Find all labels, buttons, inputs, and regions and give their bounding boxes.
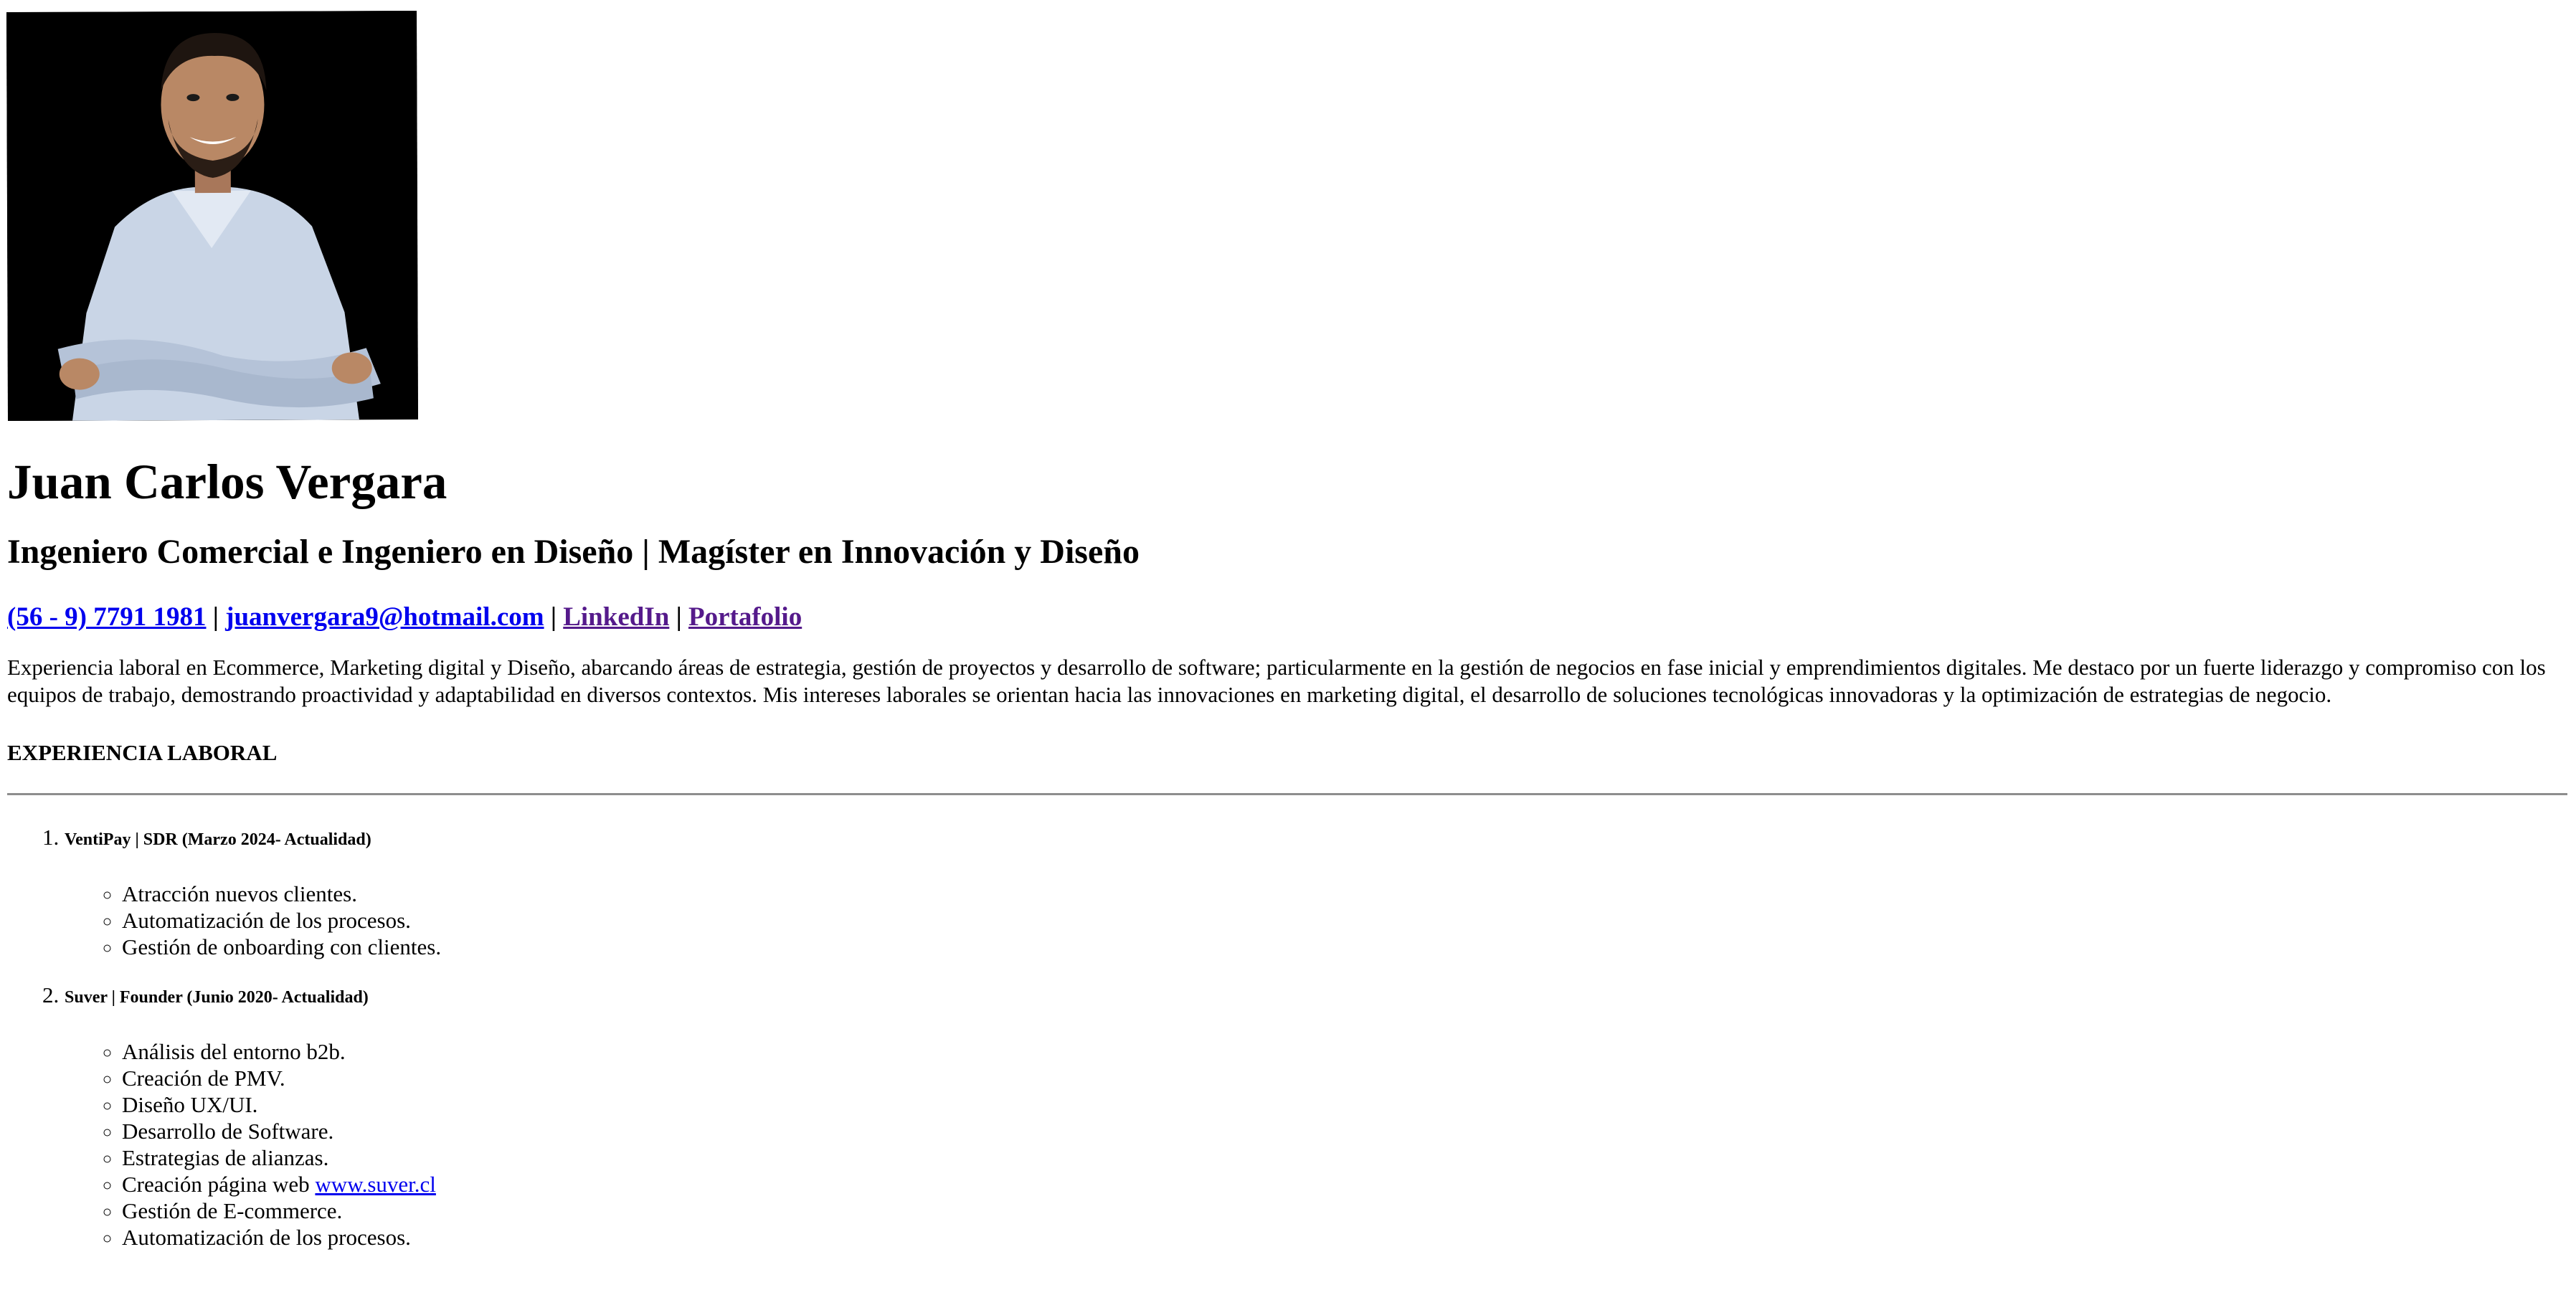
cv-content: Juan Carlos Vergara Ingeniero Comercial … <box>7 452 2567 1272</box>
professional-headline: Ingeniero Comercial e Ingeniero en Diseñ… <box>7 533 1140 571</box>
contact-separator: | <box>669 602 688 632</box>
website-link[interactable]: www.suver.cl <box>315 1172 435 1197</box>
job-title: VentiPay | SDR (Marzo 2024- Actualidad) <box>65 830 371 849</box>
task-item: Gestión de onboarding con clientes. <box>122 934 2567 960</box>
task-list: Análisis del entorno b2b. Creación de PM… <box>65 1038 2567 1251</box>
person-name: Juan Carlos Vergara <box>7 455 448 509</box>
task-text: Creación página web <box>122 1172 316 1197</box>
task-item: Automatización de los procesos. <box>122 907 2567 934</box>
task-item: Gestión de E-commerce. <box>122 1197 2567 1224</box>
contact-line: (56 - 9) 7791 1981 | juanvergara9@hotmai… <box>7 601 2567 634</box>
job-item: VentiPay | SDR (Marzo 2024- Actualidad) … <box>65 824 2567 960</box>
experience-section-title: EXPERIENCIA LABORAL <box>7 740 278 765</box>
task-item: Automatización de los procesos. <box>122 1224 2567 1251</box>
section-divider <box>7 793 2567 795</box>
person-icon <box>6 11 418 421</box>
job-title: Suver | Founder (Junio 2020- Actualidad) <box>65 988 369 1007</box>
contact-separator: | <box>206 602 226 632</box>
job-item: Suver | Founder (Junio 2020- Actualidad)… <box>65 982 2567 1251</box>
profile-photo <box>6 11 418 421</box>
task-item: Atracción nuevos clientes. <box>122 881 2567 907</box>
task-item: Creación de PMV. <box>122 1065 2567 1091</box>
task-item: Desarrollo de Software. <box>122 1118 2567 1144</box>
portfolio-link[interactable]: Portafolio <box>688 602 802 632</box>
contact-separator: | <box>544 602 564 632</box>
task-list: Atracción nuevos clientes. Automatizació… <box>65 881 2567 960</box>
email-link[interactable]: juanvergara9@hotmail.com <box>225 602 544 632</box>
task-item: Análisis del entorno b2b. <box>122 1038 2567 1065</box>
profile-summary: Experiencia laboral en Ecommerce, Market… <box>7 655 2546 707</box>
phone-link[interactable]: (56 - 9) 7791 1981 <box>7 602 206 632</box>
experience-list: VentiPay | SDR (Marzo 2024- Actualidad) … <box>7 824 2567 1251</box>
task-item: Creación página web www.suver.cl <box>122 1171 2567 1197</box>
task-item: Estrategias de alianzas. <box>122 1144 2567 1171</box>
task-item: Diseño UX/UI. <box>122 1091 2567 1118</box>
linkedin-link[interactable]: LinkedIn <box>563 602 669 632</box>
